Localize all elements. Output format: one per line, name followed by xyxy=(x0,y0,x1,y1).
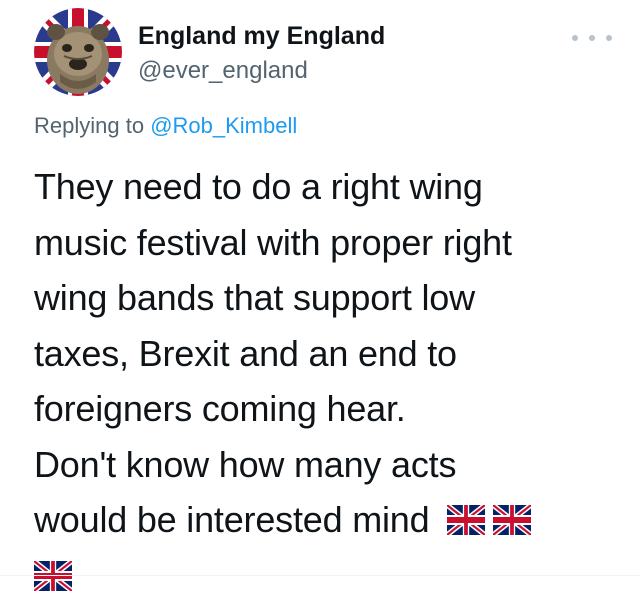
author-handle[interactable]: @ever_england xyxy=(138,57,308,85)
tweet: England my England @ever_england Replyin… xyxy=(0,0,640,576)
reply-prefix: Replying to xyxy=(34,113,150,138)
tweet-text-line: taxes, Brexit and an end to xyxy=(34,326,604,382)
dot xyxy=(572,35,578,41)
tweet-text-line: wing bands that support low xyxy=(34,270,604,326)
dot xyxy=(606,35,612,41)
tweet-text-line: would be interested mind xyxy=(34,499,429,540)
tweet-text-line: Don't know how many acts xyxy=(34,437,604,493)
dot xyxy=(589,35,595,41)
author-name[interactable]: England my England xyxy=(138,22,385,51)
tweet-text-line: foreigners coming hear. xyxy=(34,381,604,437)
tweet-text-line-with-flags: would be interested mind xyxy=(34,492,604,548)
tweet-text-line: music festival with proper right xyxy=(34,215,604,271)
union-jack-flag-icon xyxy=(493,505,531,535)
tweet-text: They need to do a right wing music festi… xyxy=(34,159,604,603)
bulldog-avatar-icon xyxy=(34,8,122,96)
more-options-icon[interactable] xyxy=(572,26,612,50)
union-jack-flag-icon xyxy=(447,505,485,535)
reply-mention-link[interactable]: @Rob_Kimbell xyxy=(150,113,297,138)
avatar[interactable] xyxy=(34,8,122,96)
reply-context: Replying to @Rob_Kimbell xyxy=(34,113,297,139)
tweet-text-line: They need to do a right wing xyxy=(34,159,604,215)
